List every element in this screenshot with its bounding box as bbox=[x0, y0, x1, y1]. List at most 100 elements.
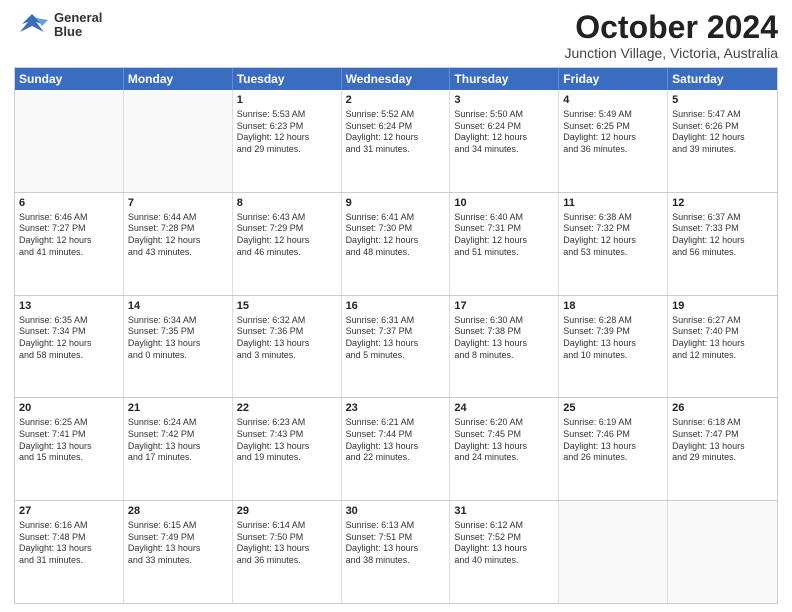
cell-info: Sunrise: 6:14 AM Sunset: 7:50 PM Dayligh… bbox=[237, 520, 337, 567]
week-row-3: 13Sunrise: 6:35 AM Sunset: 7:34 PM Dayli… bbox=[15, 295, 777, 398]
cell-info: Sunrise: 5:53 AM Sunset: 6:23 PM Dayligh… bbox=[237, 109, 337, 156]
day-number: 21 bbox=[128, 401, 228, 416]
day-number: 2 bbox=[346, 93, 446, 108]
day-number: 9 bbox=[346, 196, 446, 211]
day-number: 3 bbox=[454, 93, 554, 108]
cal-cell: 15Sunrise: 6:32 AM Sunset: 7:36 PM Dayli… bbox=[233, 296, 342, 398]
cal-cell: 29Sunrise: 6:14 AM Sunset: 7:50 PM Dayli… bbox=[233, 501, 342, 603]
cal-cell: 28Sunrise: 6:15 AM Sunset: 7:49 PM Dayli… bbox=[124, 501, 233, 603]
day-number: 11 bbox=[563, 196, 663, 211]
cell-info: Sunrise: 6:37 AM Sunset: 7:33 PM Dayligh… bbox=[672, 212, 773, 259]
cal-cell: 31Sunrise: 6:12 AM Sunset: 7:52 PM Dayli… bbox=[450, 501, 559, 603]
day-number: 23 bbox=[346, 401, 446, 416]
logo: General Blue bbox=[14, 10, 102, 40]
header: General Blue October 2024 Junction Villa… bbox=[14, 10, 778, 61]
week-row-4: 20Sunrise: 6:25 AM Sunset: 7:41 PM Dayli… bbox=[15, 397, 777, 500]
cell-info: Sunrise: 6:40 AM Sunset: 7:31 PM Dayligh… bbox=[454, 212, 554, 259]
day-number: 6 bbox=[19, 196, 119, 211]
cell-info: Sunrise: 6:20 AM Sunset: 7:45 PM Dayligh… bbox=[454, 417, 554, 464]
day-number: 30 bbox=[346, 504, 446, 519]
cal-cell: 2Sunrise: 5:52 AM Sunset: 6:24 PM Daylig… bbox=[342, 90, 451, 192]
cal-cell: 7Sunrise: 6:44 AM Sunset: 7:28 PM Daylig… bbox=[124, 193, 233, 295]
cell-info: Sunrise: 6:28 AM Sunset: 7:39 PM Dayligh… bbox=[563, 315, 663, 362]
cell-info: Sunrise: 6:23 AM Sunset: 7:43 PM Dayligh… bbox=[237, 417, 337, 464]
day-number: 19 bbox=[672, 299, 773, 314]
calendar: SundayMondayTuesdayWednesdayThursdayFrid… bbox=[14, 67, 778, 604]
day-number: 7 bbox=[128, 196, 228, 211]
day-number: 14 bbox=[128, 299, 228, 314]
week-row-2: 6Sunrise: 6:46 AM Sunset: 7:27 PM Daylig… bbox=[15, 192, 777, 295]
day-number: 20 bbox=[19, 401, 119, 416]
day-number: 1 bbox=[237, 93, 337, 108]
day-number: 10 bbox=[454, 196, 554, 211]
page: General Blue October 2024 Junction Villa… bbox=[0, 0, 792, 612]
cell-info: Sunrise: 6:30 AM Sunset: 7:38 PM Dayligh… bbox=[454, 315, 554, 362]
day-header-sunday: Sunday bbox=[15, 68, 124, 90]
cell-info: Sunrise: 6:38 AM Sunset: 7:32 PM Dayligh… bbox=[563, 212, 663, 259]
day-header-saturday: Saturday bbox=[668, 68, 777, 90]
cell-info: Sunrise: 6:27 AM Sunset: 7:40 PM Dayligh… bbox=[672, 315, 773, 362]
cal-cell: 10Sunrise: 6:40 AM Sunset: 7:31 PM Dayli… bbox=[450, 193, 559, 295]
cal-cell bbox=[559, 501, 668, 603]
cal-cell: 3Sunrise: 5:50 AM Sunset: 6:24 PM Daylig… bbox=[450, 90, 559, 192]
day-number: 15 bbox=[237, 299, 337, 314]
day-header-thursday: Thursday bbox=[450, 68, 559, 90]
cal-cell: 18Sunrise: 6:28 AM Sunset: 7:39 PM Dayli… bbox=[559, 296, 668, 398]
day-number: 27 bbox=[19, 504, 119, 519]
page-title: October 2024 bbox=[565, 10, 779, 45]
cal-cell: 6Sunrise: 6:46 AM Sunset: 7:27 PM Daylig… bbox=[15, 193, 124, 295]
day-number: 16 bbox=[346, 299, 446, 314]
cal-cell: 12Sunrise: 6:37 AM Sunset: 7:33 PM Dayli… bbox=[668, 193, 777, 295]
cell-info: Sunrise: 6:13 AM Sunset: 7:51 PM Dayligh… bbox=[346, 520, 446, 567]
cell-info: Sunrise: 6:34 AM Sunset: 7:35 PM Dayligh… bbox=[128, 315, 228, 362]
logo-line1: General bbox=[54, 11, 102, 25]
cal-cell: 27Sunrise: 6:16 AM Sunset: 7:48 PM Dayli… bbox=[15, 501, 124, 603]
page-subtitle: Junction Village, Victoria, Australia bbox=[565, 45, 779, 61]
cal-cell: 8Sunrise: 6:43 AM Sunset: 7:29 PM Daylig… bbox=[233, 193, 342, 295]
cell-info: Sunrise: 6:35 AM Sunset: 7:34 PM Dayligh… bbox=[19, 315, 119, 362]
cal-cell: 16Sunrise: 6:31 AM Sunset: 7:37 PM Dayli… bbox=[342, 296, 451, 398]
cal-cell: 24Sunrise: 6:20 AM Sunset: 7:45 PM Dayli… bbox=[450, 398, 559, 500]
cal-cell: 13Sunrise: 6:35 AM Sunset: 7:34 PM Dayli… bbox=[15, 296, 124, 398]
cal-cell bbox=[668, 501, 777, 603]
logo-icon bbox=[14, 10, 50, 40]
cal-cell: 19Sunrise: 6:27 AM Sunset: 7:40 PM Dayli… bbox=[668, 296, 777, 398]
day-number: 5 bbox=[672, 93, 773, 108]
day-number: 26 bbox=[672, 401, 773, 416]
day-header-friday: Friday bbox=[559, 68, 668, 90]
logo-line2: Blue bbox=[54, 25, 102, 39]
cell-info: Sunrise: 6:16 AM Sunset: 7:48 PM Dayligh… bbox=[19, 520, 119, 567]
day-number: 8 bbox=[237, 196, 337, 211]
day-number: 17 bbox=[454, 299, 554, 314]
day-number: 4 bbox=[563, 93, 663, 108]
cal-cell: 9Sunrise: 6:41 AM Sunset: 7:30 PM Daylig… bbox=[342, 193, 451, 295]
cell-info: Sunrise: 6:24 AM Sunset: 7:42 PM Dayligh… bbox=[128, 417, 228, 464]
cal-cell: 17Sunrise: 6:30 AM Sunset: 7:38 PM Dayli… bbox=[450, 296, 559, 398]
cal-cell bbox=[124, 90, 233, 192]
cell-info: Sunrise: 6:21 AM Sunset: 7:44 PM Dayligh… bbox=[346, 417, 446, 464]
cell-info: Sunrise: 6:32 AM Sunset: 7:36 PM Dayligh… bbox=[237, 315, 337, 362]
cell-info: Sunrise: 6:25 AM Sunset: 7:41 PM Dayligh… bbox=[19, 417, 119, 464]
day-header-monday: Monday bbox=[124, 68, 233, 90]
day-number: 29 bbox=[237, 504, 337, 519]
day-number: 22 bbox=[237, 401, 337, 416]
cal-cell: 26Sunrise: 6:18 AM Sunset: 7:47 PM Dayli… bbox=[668, 398, 777, 500]
cell-info: Sunrise: 6:12 AM Sunset: 7:52 PM Dayligh… bbox=[454, 520, 554, 567]
calendar-body: 1Sunrise: 5:53 AM Sunset: 6:23 PM Daylig… bbox=[15, 90, 777, 603]
day-number: 18 bbox=[563, 299, 663, 314]
cal-cell: 4Sunrise: 5:49 AM Sunset: 6:25 PM Daylig… bbox=[559, 90, 668, 192]
day-number: 31 bbox=[454, 504, 554, 519]
day-number: 13 bbox=[19, 299, 119, 314]
week-row-5: 27Sunrise: 6:16 AM Sunset: 7:48 PM Dayli… bbox=[15, 500, 777, 603]
cal-cell: 21Sunrise: 6:24 AM Sunset: 7:42 PM Dayli… bbox=[124, 398, 233, 500]
day-header-wednesday: Wednesday bbox=[342, 68, 451, 90]
cell-info: Sunrise: 6:19 AM Sunset: 7:46 PM Dayligh… bbox=[563, 417, 663, 464]
day-number: 12 bbox=[672, 196, 773, 211]
title-block: October 2024 Junction Village, Victoria,… bbox=[565, 10, 779, 61]
cal-cell: 30Sunrise: 6:13 AM Sunset: 7:51 PM Dayli… bbox=[342, 501, 451, 603]
cell-info: Sunrise: 5:47 AM Sunset: 6:26 PM Dayligh… bbox=[672, 109, 773, 156]
cal-cell: 5Sunrise: 5:47 AM Sunset: 6:26 PM Daylig… bbox=[668, 90, 777, 192]
cal-cell: 25Sunrise: 6:19 AM Sunset: 7:46 PM Dayli… bbox=[559, 398, 668, 500]
cal-cell: 1Sunrise: 5:53 AM Sunset: 6:23 PM Daylig… bbox=[233, 90, 342, 192]
cell-info: Sunrise: 5:52 AM Sunset: 6:24 PM Dayligh… bbox=[346, 109, 446, 156]
